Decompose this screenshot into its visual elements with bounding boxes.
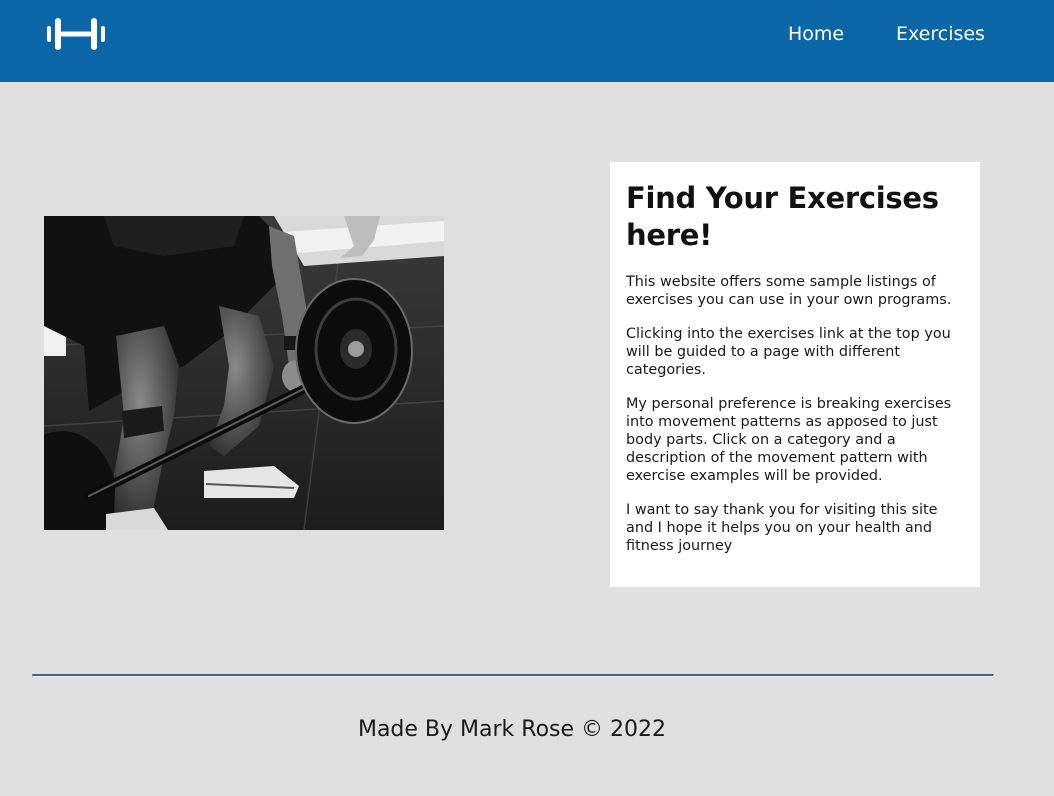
deadlift-photo	[44, 216, 444, 530]
info-paragraph: Clicking into the exercises link at the …	[626, 326, 951, 378]
dumbbell-icon[interactable]	[46, 17, 106, 51]
nav-link-exercises[interactable]: Exercises	[896, 22, 985, 46]
footer-credit: Made By Mark Rose © 2022	[357, 717, 667, 742]
info-paragraph: This website offers some sample listings…	[626, 274, 952, 308]
info-paragraph: I want to say thank you for visiting thi…	[626, 502, 938, 554]
info-paragraph: My personal preference is breaking exerc…	[626, 396, 952, 484]
nav-link-home[interactable]: Home	[788, 22, 844, 46]
footer-divider	[32, 674, 994, 677]
navbar: Home Exercises	[0, 0, 1054, 82]
info-card: Find Your Exercises here! This website o…	[610, 162, 980, 587]
info-title: Find Your Exercises here!	[626, 181, 939, 252]
